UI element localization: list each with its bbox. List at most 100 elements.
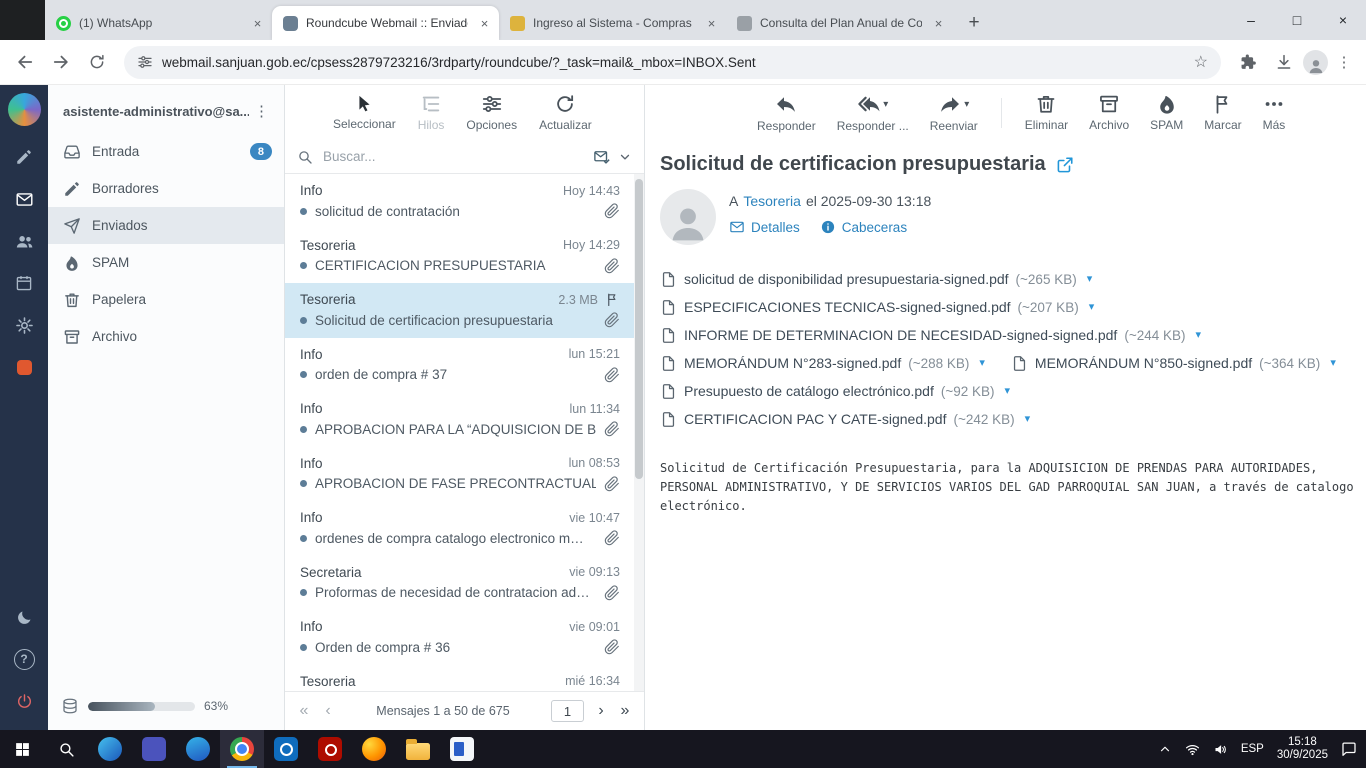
taskbar-acrobat-icon[interactable] xyxy=(308,730,352,768)
taskbar-app-icon[interactable] xyxy=(176,730,220,768)
select-button[interactable]: Seleccionar xyxy=(333,94,396,131)
message-row[interactable]: Tesoreria mié 16:34 xyxy=(285,665,644,692)
calendar-nav-button[interactable] xyxy=(0,262,48,304)
volume-icon[interactable] xyxy=(1213,742,1228,757)
flag-icon[interactable] xyxy=(605,292,620,307)
threads-button[interactable]: Hilos xyxy=(418,93,444,132)
attachment[interactable]: MEMORÁNDUM N°850-signed.pdf (~364 KB) ▾ xyxy=(1011,355,1336,372)
attachment-name[interactable]: MEMORÁNDUM N°850-signed.pdf xyxy=(1035,355,1252,371)
tab-close-icon[interactable]: × xyxy=(476,15,493,32)
message-row[interactable]: Secretaria vie 09:13 Proformas de necesid… xyxy=(285,556,644,611)
headers-toggle[interactable]: Cabeceras xyxy=(820,219,907,235)
page-number-input[interactable] xyxy=(551,700,584,722)
keyboard-language[interactable]: ESP xyxy=(1241,743,1264,755)
webmail-logo[interactable] xyxy=(7,93,41,126)
attachment-name[interactable]: Presupuesto de catálogo electrónico.pdf xyxy=(684,383,934,399)
browser-tab-compras[interactable]: Ingreso al Sistema - Compras P × xyxy=(499,6,726,40)
refresh-button[interactable]: Actualizar xyxy=(539,93,592,132)
account-menu-button[interactable]: ⋮ xyxy=(249,102,274,120)
attachment[interactable]: solicitud de disponibilidad presupuestar… xyxy=(660,271,1092,288)
network-icon[interactable] xyxy=(1185,742,1200,757)
attachment[interactable]: INFORME DE DETERMINACION DE NECESIDAD-si… xyxy=(660,327,1201,344)
tab-close-icon[interactable]: × xyxy=(930,15,947,32)
back-button[interactable] xyxy=(8,45,42,79)
attachment-name[interactable]: solicitud de disponibilidad presupuestar… xyxy=(684,271,1009,287)
attachment-menu-caret[interactable]: ▾ xyxy=(1025,413,1031,425)
more-button[interactable]: Más xyxy=(1261,93,1288,132)
site-settings-icon[interactable] xyxy=(137,54,153,70)
close-button[interactable]: × xyxy=(1320,0,1366,40)
minimize-button[interactable]: – xyxy=(1228,0,1274,40)
next-page-button[interactable]: › xyxy=(594,703,608,719)
search-scope-button[interactable] xyxy=(593,148,632,166)
taskbar-clock[interactable]: 15:18 30/9/2025 xyxy=(1277,736,1328,763)
attachment-menu-caret[interactable]: ▾ xyxy=(979,357,985,369)
open-in-new-window-icon[interactable] xyxy=(1056,156,1074,174)
attachment[interactable]: CERTIFICACION PAC Y CATE-signed.pdf (~24… xyxy=(660,411,1030,428)
taskbar-chrome-icon[interactable] xyxy=(220,730,264,768)
message-row[interactable]: Info lun 08:53 APROBACION DE FASE PRECONT… xyxy=(285,447,644,502)
message-row[interactable]: Info lun 15:21 orden de compra # 37 xyxy=(285,338,644,393)
mark-button[interactable]: Marcar xyxy=(1202,93,1243,132)
url-bar[interactable]: webmail.sanjuan.gob.ec/cpsess2879723216/… xyxy=(124,45,1221,79)
junk-button[interactable]: SPAM xyxy=(1148,93,1185,132)
message-row-selected[interactable]: Tesoreria 2.3 MB Solicitud de certificaci… xyxy=(285,283,644,338)
reply-button[interactable]: Responder xyxy=(755,92,818,133)
attachment[interactable]: Presupuesto de catálogo electrónico.pdf … xyxy=(660,383,1010,400)
scrollbar-thumb[interactable] xyxy=(635,179,643,479)
list-scrollbar[interactable] xyxy=(634,174,644,691)
attachment-name[interactable]: MEMORÁNDUM N°283-signed.pdf xyxy=(684,355,901,371)
reply-all-button[interactable]: ▾ Responder ... xyxy=(835,92,911,133)
folder-entrada[interactable]: Entrada 8 xyxy=(48,133,284,170)
attachment-menu-caret[interactable]: ▾ xyxy=(1005,385,1011,397)
attachment-name[interactable]: ESPECIFICACIONES TECNICAS-signed-signed.… xyxy=(684,299,1011,315)
last-page-button[interactable]: » xyxy=(618,703,632,719)
attachment-menu-caret[interactable]: ▾ xyxy=(1330,357,1336,369)
details-toggle[interactable]: Detalles xyxy=(729,219,800,235)
attachment-name[interactable]: CERTIFICACION PAC Y CATE-signed.pdf xyxy=(684,411,946,427)
attachment-menu-caret[interactable]: ▾ xyxy=(1089,301,1095,313)
maximize-button[interactable]: □ xyxy=(1274,0,1320,40)
reload-button[interactable] xyxy=(80,45,114,79)
attachment[interactable]: MEMORÁNDUM N°283-signed.pdf (~288 KB) ▾ xyxy=(660,355,985,372)
attachment-menu-caret[interactable]: ▾ xyxy=(1087,273,1093,285)
browser-menu-icon[interactable]: ⋮ xyxy=(1330,53,1358,71)
taskbar-firefox-icon[interactable] xyxy=(352,730,396,768)
folder-enviados[interactable]: Enviados xyxy=(48,207,284,244)
caret-down-icon[interactable]: ▾ xyxy=(964,100,969,110)
message-row[interactable]: Info Hoy 14:43 solicitud de contratación xyxy=(285,174,644,229)
downloads-icon[interactable] xyxy=(1267,45,1301,79)
browser-tab-whatsapp[interactable]: (1) WhatsApp × xyxy=(45,6,272,40)
mail-nav-button[interactable] xyxy=(0,178,48,220)
prev-page-button[interactable]: ‹ xyxy=(321,703,335,719)
taskbar-search-button[interactable] xyxy=(44,730,88,768)
attachment[interactable]: ESPECIFICACIONES TECNICAS-signed-signed.… xyxy=(660,299,1094,316)
bookmark-star-icon[interactable]: ☆ xyxy=(1194,52,1208,72)
archive-button[interactable]: Archivo xyxy=(1087,93,1131,132)
options-button[interactable]: Opciones xyxy=(466,93,517,132)
tab-close-icon[interactable]: × xyxy=(703,15,720,32)
compose-button[interactable] xyxy=(0,136,48,178)
help-button[interactable]: ? xyxy=(0,638,48,680)
search-input[interactable] xyxy=(321,148,585,165)
logout-button[interactable] xyxy=(0,680,48,722)
delete-button[interactable]: Eliminar xyxy=(1023,93,1070,132)
new-tab-button[interactable]: + xyxy=(959,8,989,38)
contacts-nav-button[interactable] xyxy=(0,220,48,262)
message-row[interactable]: Tesoreria Hoy 14:29 CERTIFICACION PRESUPU… xyxy=(285,229,644,284)
message-row[interactable]: Info lun 11:34 APROBACION PARA LA “ADQUIS… xyxy=(285,392,644,447)
taskbar-word-icon[interactable] xyxy=(440,730,484,768)
taskbar-teams-icon[interactable] xyxy=(132,730,176,768)
forward-button[interactable]: ▾ Reenviar xyxy=(928,92,980,133)
profile-avatar[interactable] xyxy=(1303,49,1328,75)
folder-papelera[interactable]: Papelera xyxy=(48,281,284,318)
start-button[interactable] xyxy=(0,730,44,768)
first-page-button[interactable]: « xyxy=(297,703,311,719)
url-text[interactable]: webmail.sanjuan.gob.ec/cpsess2879723216/… xyxy=(162,55,1185,70)
taskbar-edge-icon[interactable] xyxy=(88,730,132,768)
settings-nav-button[interactable] xyxy=(0,304,48,346)
attachment-menu-caret[interactable]: ▾ xyxy=(1196,329,1202,341)
tab-close-icon[interactable]: × xyxy=(249,15,266,32)
notification-center-icon[interactable] xyxy=(1341,741,1357,757)
message-row[interactable]: Info vie 10:47 ordenes de compra catalogo… xyxy=(285,501,644,556)
